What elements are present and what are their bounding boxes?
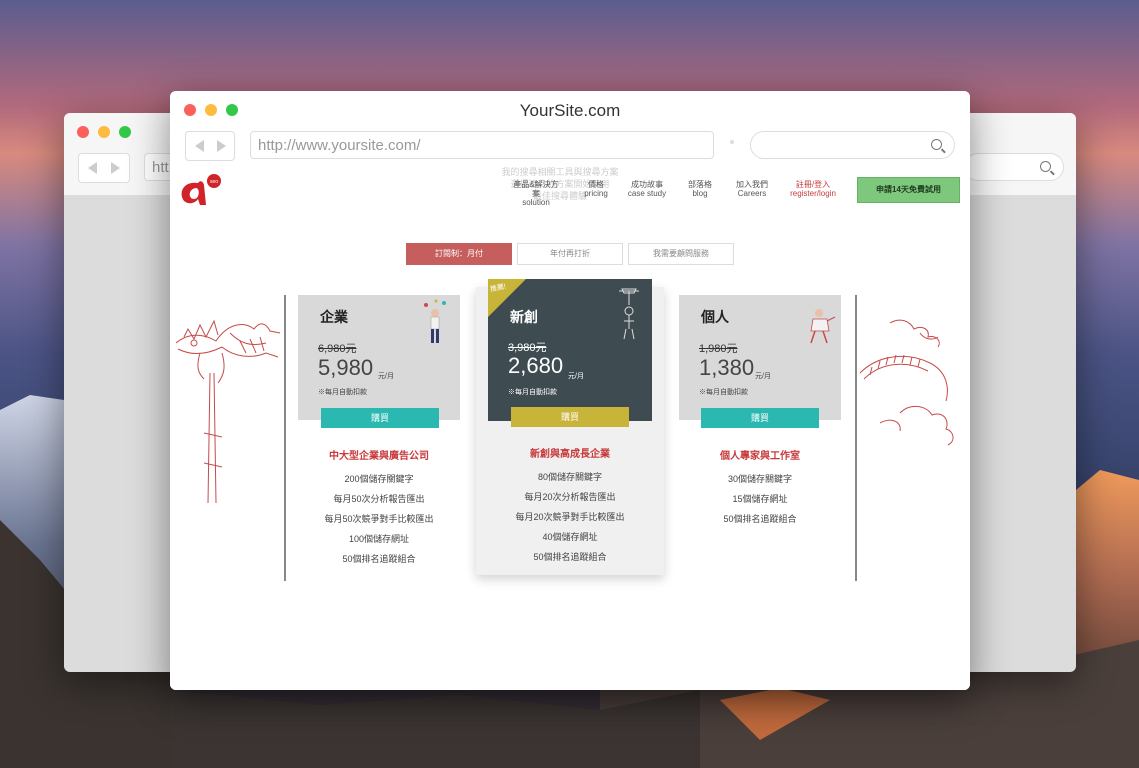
tab-yearly[interactable]: 年付再打折 xyxy=(517,243,623,265)
forward-arrow-icon[interactable] xyxy=(217,140,226,152)
price-unit: 元/月 xyxy=(755,373,771,380)
feature-item: 100個儲存網址 xyxy=(348,534,410,544)
plan-name: 企業 xyxy=(320,309,348,325)
feature-item: 50個排名追蹤組合 xyxy=(533,552,607,562)
feature-item: 15個儲存網址 xyxy=(732,494,788,504)
search-icon[interactable] xyxy=(1040,161,1051,172)
back-forward-buttons[interactable] xyxy=(185,131,235,161)
plan-subtitle: 新創與高成長企業 xyxy=(530,449,610,460)
price-unit: 元/月 xyxy=(378,373,394,380)
tab-monthly[interactable]: 訂閱制：月付 xyxy=(406,243,512,265)
buy-button-personal[interactable]: 購買 xyxy=(701,408,819,428)
zoom-button[interactable] xyxy=(119,126,131,138)
back-forward-buttons[interactable] xyxy=(78,153,130,183)
nav-register-login[interactable]: 註冊/登入 register/login xyxy=(788,180,838,198)
divider-right xyxy=(855,295,857,581)
search-field[interactable] xyxy=(750,131,955,159)
feature-item: 每月50次分析報告匯出 xyxy=(333,494,425,504)
plan-card-personal: 個人 1,980元 1,380 元/月 ※每月自動扣款 xyxy=(679,295,841,420)
billing-note: ※每月自動扣款 xyxy=(508,389,557,396)
person-illustration xyxy=(810,309,836,344)
search-icon[interactable] xyxy=(931,139,942,150)
nav-solution[interactable]: 產品&解決方案 solution xyxy=(510,180,562,207)
person-illustration xyxy=(424,299,446,343)
nav-sub: Careers xyxy=(737,189,767,198)
plan-card-enterprise: 企業 6,980元 5,980 元/月 ※每月自動扣款 xyxy=(298,295,460,420)
back-arrow-icon[interactable] xyxy=(88,162,97,174)
buy-button-enterprise[interactable]: 購買 xyxy=(321,408,439,428)
separator-dot xyxy=(730,140,734,144)
billing-note: ※每月自動扣款 xyxy=(318,389,367,396)
feature-item: 80個儲存關鍵字 xyxy=(537,472,602,482)
dragon-head-illustration xyxy=(175,319,281,504)
nav-label: 部落格 xyxy=(688,180,712,189)
pricing-page: 我的搜尋相關工具與搜尋方案 選擇適合的方案開始使用 最佳搜尋體驗 seo 產品&… xyxy=(170,163,970,690)
close-button[interactable] xyxy=(77,126,89,138)
nav-label: 加入我們 xyxy=(736,180,768,189)
brand-logo[interactable]: seo xyxy=(176,173,224,207)
divider-left xyxy=(284,295,286,581)
plan-subtitle: 中大型企業與廣告公司 xyxy=(329,451,429,462)
back-arrow-icon[interactable] xyxy=(195,140,204,152)
nav-label: 成功故事 xyxy=(631,180,663,189)
nav-sub: solution xyxy=(522,198,550,207)
feature-item: 50個排名追蹤組合 xyxy=(342,554,416,564)
nav-sub: case study xyxy=(627,189,667,198)
buy-button-startup[interactable]: 購買 xyxy=(511,407,629,427)
plan-name: 個人 xyxy=(701,309,729,325)
old-price: 6,980元 xyxy=(318,343,357,355)
feature-item: 每月20次競爭對手比較匯出 xyxy=(515,512,625,522)
nav-careers[interactable]: 加入我們 Careers xyxy=(732,180,772,198)
billing-note: ※每月自動扣款 xyxy=(699,389,748,396)
minimize-button[interactable] xyxy=(98,126,110,138)
nav-sub: blog xyxy=(692,189,708,198)
nav-case-study[interactable]: 成功故事 case study xyxy=(626,180,668,198)
forward-arrow-icon[interactable] xyxy=(111,162,120,174)
current-price: 2,680 xyxy=(508,353,564,378)
nav-label: 價格 xyxy=(588,180,604,189)
feature-item: 30個儲存關鍵字 xyxy=(727,474,792,484)
nav-label: 註冊/登入 xyxy=(795,180,831,189)
nav-sub: pricing xyxy=(584,189,608,198)
window-title: YourSite.com xyxy=(519,101,621,120)
browser-toolbar: YourSite.com http://www.yoursite.com/ xyxy=(170,91,970,163)
svg-text:seo: seo xyxy=(210,179,218,185)
plan-subtitle: 個人專家與工作室 xyxy=(720,451,800,462)
feature-item: 50個排名追蹤組合 xyxy=(723,514,797,524)
dragon-tail-illustration xyxy=(859,319,954,446)
nav-blog[interactable]: 部落格 blog xyxy=(682,180,718,198)
back-search-field[interactable] xyxy=(964,153,1064,181)
free-trial-button[interactable]: 申請14天免費試用 xyxy=(857,177,960,203)
feature-item: 每月20次分析報告匯出 xyxy=(524,492,616,502)
feature-item: 每月50次競爭對手比較匯出 xyxy=(324,514,434,524)
price-unit: 元/月 xyxy=(568,373,584,380)
current-price: 1,380 xyxy=(699,355,755,380)
feature-item: 200個儲存關鍵字 xyxy=(344,474,414,484)
nav-label: 產品&解決方案 xyxy=(513,180,559,198)
current-price: 5,980 xyxy=(318,355,374,380)
tab-consulting[interactable]: 我需要顧問服務 xyxy=(628,243,734,265)
lantern-illustration xyxy=(619,288,639,340)
faded-text-1: 我的搜尋相關工具與搜尋方案 xyxy=(501,167,619,177)
nav-sub: register/login xyxy=(790,189,836,198)
browser-window[interactable]: YourSite.com http://www.yoursite.com/ 我的… xyxy=(170,91,970,690)
feature-item: 40個儲存網址 xyxy=(542,532,598,542)
old-price: 1,980元 xyxy=(699,343,738,355)
nav-pricing[interactable]: 價格 pricing xyxy=(578,180,614,198)
url-bar[interactable]: http://www.yoursite.com/ xyxy=(250,131,714,159)
